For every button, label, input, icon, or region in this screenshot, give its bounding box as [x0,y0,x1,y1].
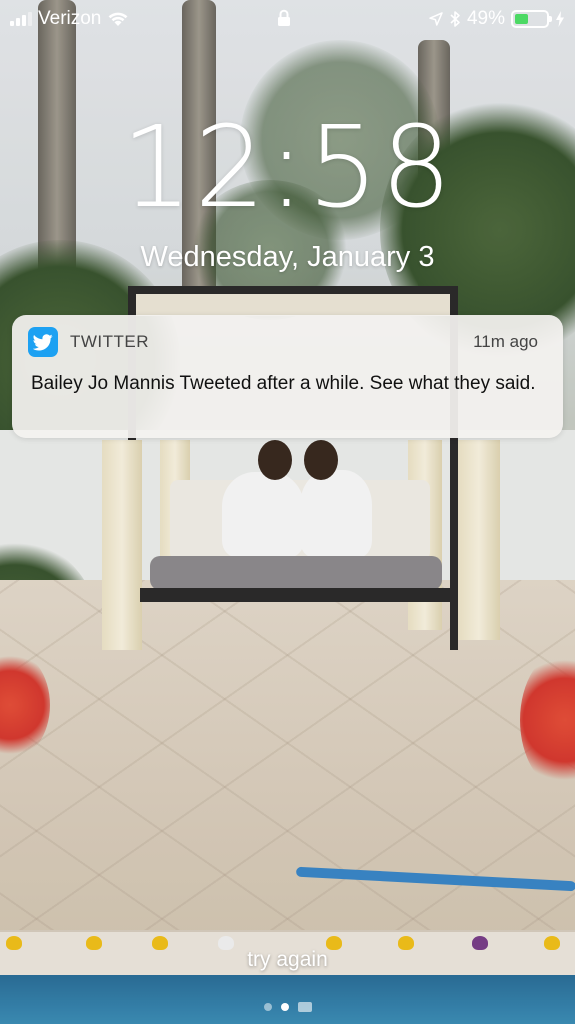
lock-screen-time: 12:58 [121,103,454,233]
page-dot [263,1003,272,1011]
status-right: 49% [429,8,565,30]
notification-time: 11m ago [473,332,538,351]
page-dot-active [280,1003,289,1011]
battery-icon [511,10,552,28]
status-bar: Verizon 49% [0,0,575,38]
battery-fill [515,14,528,24]
lock-screen-date: Wednesday, January 3 [140,241,435,273]
signal-icon [10,12,32,26]
notification-body: Bailey Jo Mannis Tweeted after a while. … [31,373,536,394]
try-again-label: try again [247,948,328,971]
twitter-notification[interactable]: TWITTER 11m ago Bailey Jo Mannis Tweeted… [12,315,563,438]
notification-app-name: TWITTER [70,332,150,351]
wifi-icon [108,12,128,26]
twitter-bird-icon [28,327,58,357]
battery-percent: 49% [466,8,505,29]
notification-header: TWITTER 11m ago [12,315,563,367]
charging-icon [556,11,564,27]
camera-icon[interactable] [297,1002,312,1012]
status-left: Verizon [10,8,129,30]
page-indicator[interactable] [0,1002,575,1012]
bluetooth-icon [450,11,460,27]
lock-icon [278,9,290,26]
carrier-label: Verizon [38,8,102,29]
location-icon [429,12,443,26]
